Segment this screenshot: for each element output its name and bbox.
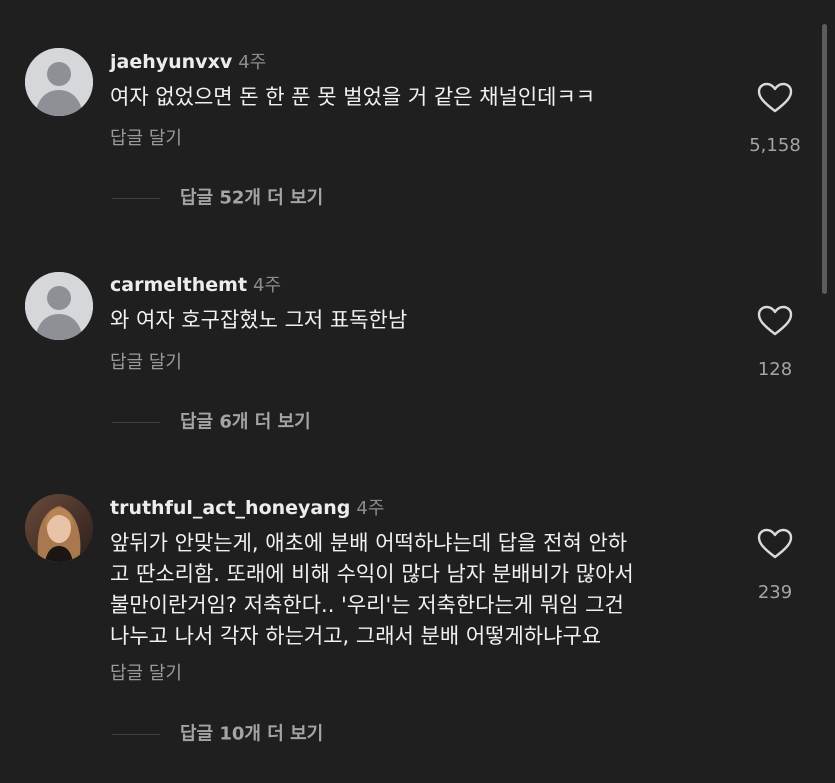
avatar[interactable] xyxy=(25,272,93,340)
timestamp: 4주 xyxy=(253,275,282,296)
like-button[interactable] xyxy=(757,82,793,114)
avatar[interactable] xyxy=(25,494,93,562)
timestamp: 4주 xyxy=(356,498,385,519)
heart-outline-icon xyxy=(757,305,793,336)
view-replies-label: 답글 10개 더 보기 xyxy=(180,723,324,745)
like-count: 239 xyxy=(757,582,793,603)
reply-button[interactable]: 답글 달기 xyxy=(110,127,182,151)
comment-meta: jaehyunvxv 4주 xyxy=(110,49,266,75)
comment-text: 와 여자 호구잡혔노 그저 표독한남 xyxy=(110,308,408,332)
view-replies-button[interactable]: 답글 6개 더 보기 xyxy=(112,410,311,434)
heart-outline-icon xyxy=(757,528,793,559)
scrollbar[interactable] xyxy=(822,24,827,294)
heart-outline-icon xyxy=(757,82,793,113)
timestamp: 4주 xyxy=(238,52,267,73)
reply-button[interactable]: 답글 달기 xyxy=(110,662,182,686)
comment-meta: truthful_act_honeyang 4주 xyxy=(110,495,384,521)
view-replies-button[interactable]: 답글 52개 더 보기 xyxy=(112,186,323,210)
like-button[interactable] xyxy=(757,305,793,337)
divider-line xyxy=(112,198,160,199)
view-replies-button[interactable]: 답글 10개 더 보기 xyxy=(112,722,323,746)
comment-text: 여자 없었으면 돈 한 푼 못 벌었을 거 같은 채널인데ㅋㅋ xyxy=(110,85,596,109)
like-count: 5,158 xyxy=(749,135,801,156)
username[interactable]: carmelthemt xyxy=(110,274,247,296)
view-replies-label: 답글 52개 더 보기 xyxy=(180,187,324,209)
person-silhouette-icon xyxy=(25,48,93,116)
person-silhouette-icon xyxy=(25,272,93,340)
username[interactable]: jaehyunvxv xyxy=(110,51,232,73)
like-count: 128 xyxy=(757,359,793,380)
reply-button[interactable]: 답글 달기 xyxy=(110,351,182,375)
divider-line xyxy=(112,734,160,735)
view-replies-label: 답글 6개 더 보기 xyxy=(180,411,311,433)
profile-photo xyxy=(25,494,93,562)
divider-line xyxy=(112,422,160,423)
comment-meta: carmelthemt 4주 xyxy=(110,272,281,298)
avatar[interactable] xyxy=(25,48,93,116)
comment-text: 앞뒤가 안맞는게, 애초에 분배 어떡하냐는데 답을 전혀 안하 고 딴소리함.… xyxy=(110,531,634,648)
like-button[interactable] xyxy=(757,528,793,560)
username[interactable]: truthful_act_honeyang xyxy=(110,497,350,519)
